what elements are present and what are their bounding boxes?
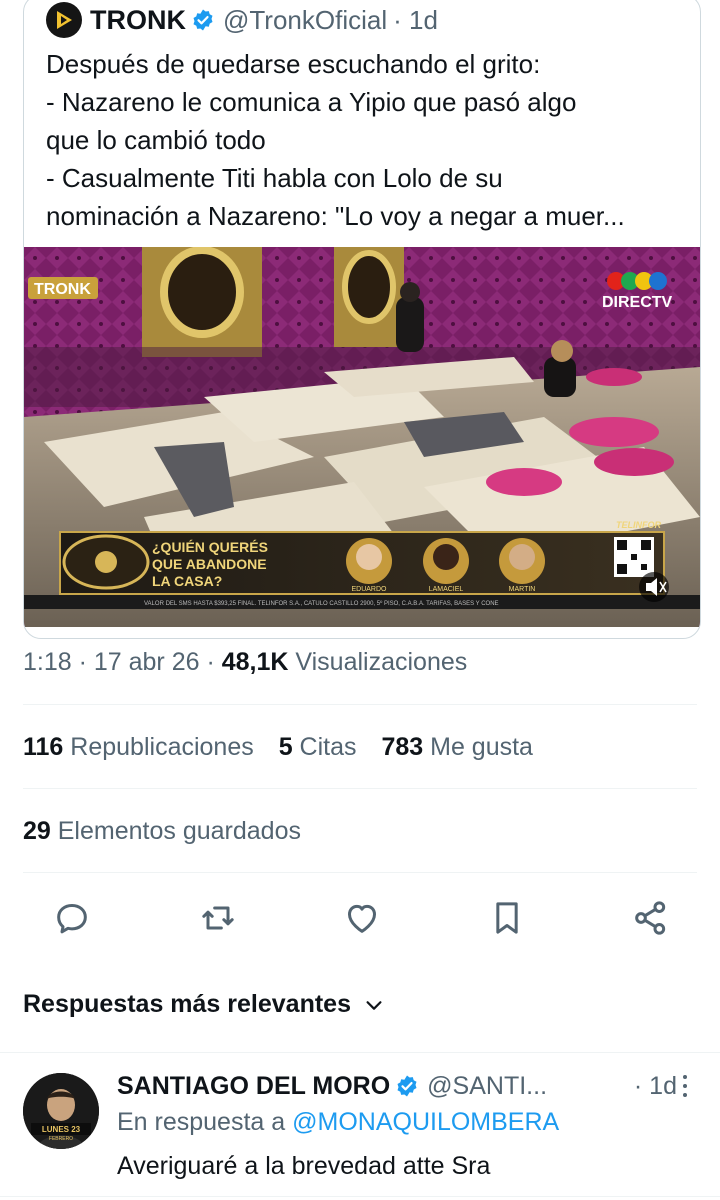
reply-text: Averiguaré a la brevedad atte Sra bbox=[117, 1152, 491, 1180]
like-icon bbox=[348, 904, 376, 933]
quoted-text-line: - Casualmente Titi habla con Lolo de su bbox=[46, 163, 503, 193]
reply-icon bbox=[57, 904, 87, 934]
avatar-image: LUNES 23 FEBRERO bbox=[23, 1073, 99, 1149]
replies-sort-dropdown[interactable]: Respuestas más relevantes bbox=[23, 990, 385, 1019]
quoted-text-line: - Nazareno le comunica a Yipio que pasó … bbox=[46, 87, 577, 117]
divider bbox=[23, 788, 697, 789]
sponsor-logo: TELINFOR bbox=[616, 520, 661, 530]
quoted-media-image[interactable]: TRONK DIRECTV ¿QUIÉN QUERÉS QUE ABANDONE… bbox=[24, 247, 700, 627]
reply-author-name[interactable]: SANTIAGO DEL MORO bbox=[117, 1072, 390, 1101]
bookmarks-label: Elementos guardados bbox=[50, 817, 301, 845]
candidate-label: EDUARDO bbox=[351, 586, 387, 593]
tweet-meta: 1:18 · 17 abr 26 · 48,1K Visualizaciones bbox=[23, 648, 467, 677]
chevron-down-icon bbox=[366, 1000, 382, 1010]
quoted-tweet-card[interactable]: TRONK @TronkOficial · 1d Después de qued… bbox=[23, 0, 701, 639]
verified-badge-icon bbox=[191, 8, 215, 32]
reply-header: SANTIAGO DEL MORO @SANTI... · 1d bbox=[117, 1068, 697, 1104]
share-button[interactable] bbox=[626, 893, 676, 943]
quoted-author-name[interactable]: TRONK bbox=[90, 5, 186, 36]
share-icon bbox=[635, 901, 666, 935]
verified-badge-icon bbox=[395, 1074, 419, 1098]
tweet-timestamp[interactable]: 1:18 · 17 abr 26 · bbox=[23, 648, 222, 676]
divider bbox=[23, 872, 697, 873]
reply-time[interactable]: · 1d bbox=[634, 1072, 677, 1101]
in-reply-handle-link[interactable]: @MONAQUILOMBERA bbox=[292, 1108, 559, 1136]
reply-author-handle[interactable]: @SANTI... bbox=[427, 1072, 547, 1101]
quoted-time[interactable]: · 1d bbox=[393, 5, 438, 36]
banner-question-line: LA CASA? bbox=[152, 573, 222, 589]
candidate-label: MARTIN bbox=[509, 586, 536, 593]
engagement-stats: 116 Republicaciones 5 Citas 783 Me gusta bbox=[23, 733, 533, 762]
quoted-text-line: nominación a Nazareno: "Lo voy a negar a… bbox=[46, 201, 625, 231]
mute-icon[interactable] bbox=[639, 572, 669, 602]
banner-question-line: QUE ABANDONE bbox=[152, 556, 267, 572]
in-reply-prefix: En respuesta a bbox=[117, 1108, 293, 1136]
reposts-stat[interactable]: 116 Republicaciones bbox=[23, 733, 254, 761]
avatar-date-text: FEBRERO bbox=[49, 1136, 73, 1142]
views-count: 48,1K bbox=[221, 648, 289, 676]
divider bbox=[0, 1196, 720, 1197]
bookmarks-stat[interactable]: 29 Elementos guardados bbox=[23, 817, 301, 846]
candidate-label: LAMACIEL bbox=[429, 586, 464, 593]
tv-frame-illustration: TRONK DIRECTV ¿QUIÉN QUERÉS QUE ABANDONE… bbox=[24, 247, 700, 627]
divider bbox=[23, 704, 697, 705]
likes-stat[interactable]: 783 Me gusta bbox=[381, 733, 533, 761]
directv-logo: DIRECTV bbox=[602, 294, 673, 311]
quoted-tweet-text: Después de quedarse escuchando el grito:… bbox=[46, 45, 686, 235]
bookmark-button[interactable] bbox=[482, 893, 532, 943]
tronk-logo-icon bbox=[57, 11, 72, 29]
more-options-icon[interactable] bbox=[673, 1072, 697, 1100]
in-reply-to: En respuesta a @MONAQUILOMBERA bbox=[117, 1108, 559, 1137]
divider bbox=[0, 1052, 720, 1053]
media-ticker: VALOR DEL SMS HASTA $393,25 FINAL. TELIN… bbox=[144, 600, 499, 607]
tronk-watermark: TRONK bbox=[34, 281, 91, 298]
repost-icon bbox=[202, 906, 234, 930]
bookmarks-count: 29 bbox=[23, 817, 51, 845]
tronk-avatar[interactable] bbox=[46, 2, 82, 38]
reply-button[interactable] bbox=[47, 893, 97, 943]
bookmark-icon bbox=[496, 902, 518, 934]
like-button[interactable] bbox=[337, 893, 387, 943]
tweet-actions-bar bbox=[0, 893, 720, 943]
banner-question-line: ¿QUIÉN QUERÉS bbox=[152, 539, 268, 555]
quoted-text-line: que lo cambió todo bbox=[46, 125, 266, 155]
quoted-tweet-header: TRONK @TronkOficial · 1d bbox=[46, 1, 438, 39]
avatar-date-text: LUNES 23 bbox=[42, 1125, 81, 1134]
quoted-text-line: Después de quedarse escuchando el grito: bbox=[46, 49, 541, 79]
replies-sort-label: Respuestas más relevantes bbox=[23, 990, 351, 1018]
quoted-author-handle[interactable]: @TronkOficial bbox=[223, 5, 387, 36]
views-label: Visualizaciones bbox=[288, 648, 468, 676]
quotes-stat[interactable]: 5 Citas bbox=[279, 733, 357, 761]
reply-author-avatar[interactable]: LUNES 23 FEBRERO bbox=[23, 1073, 99, 1149]
repost-button[interactable] bbox=[193, 893, 243, 943]
